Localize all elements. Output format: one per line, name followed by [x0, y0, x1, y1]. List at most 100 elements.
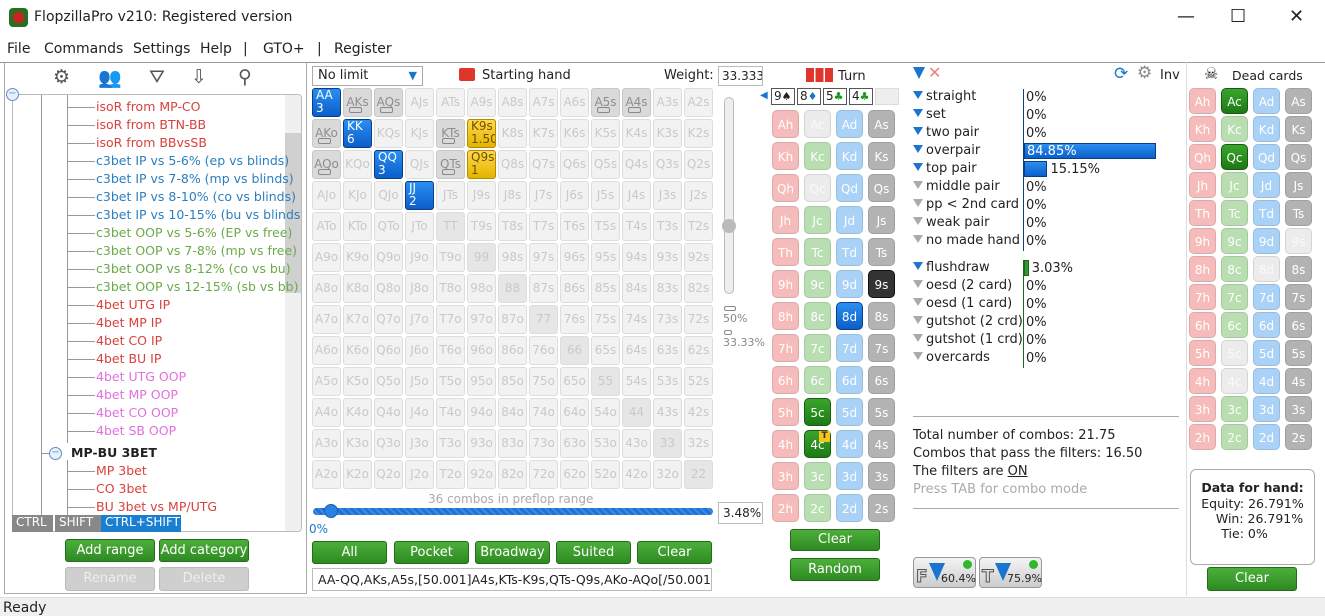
hand-cell-22[interactable]: 22 — [684, 460, 713, 489]
hand-cell-75s[interactable]: 75s — [591, 305, 620, 334]
collapse-root-icon[interactable]: − — [6, 88, 19, 101]
range-percent-input[interactable]: 3.48% — [718, 502, 763, 524]
board-card-Jd[interactable]: Jd — [836, 206, 863, 234]
hand-cell-Q5s[interactable]: Q5s — [591, 150, 620, 179]
hand-cell-K7s[interactable]: K7s — [529, 119, 558, 148]
board-card-Ts[interactable]: Ts — [868, 238, 895, 266]
hand-cell-QTs[interactable]: QTs — [436, 150, 465, 179]
board-card-7s[interactable]: 7s — [868, 334, 895, 362]
dead-card-Qh[interactable]: Qh — [1189, 144, 1216, 170]
close-button[interactable]: ✕ — [1289, 6, 1304, 27]
hand-cell-94o[interactable]: 94o — [467, 398, 496, 427]
hand-cell-72s[interactable]: 72s — [684, 305, 713, 334]
hand-cell-J8o[interactable]: J8o — [405, 274, 434, 303]
hand-cell-KJs[interactable]: KJs — [405, 119, 434, 148]
hand-cell-93o[interactable]: 93o — [467, 429, 496, 458]
hand-cell-J7o[interactable]: J7o — [405, 305, 434, 334]
add-category-button[interactable]: Add category — [159, 539, 249, 562]
board-card-7c[interactable]: 7c — [804, 334, 831, 362]
board-card-8c[interactable]: 8c — [804, 302, 831, 330]
hand-cell-Q8s[interactable]: Q8s — [498, 150, 527, 179]
hand-cell-J2o[interactable]: J2o — [405, 460, 434, 489]
tree-item[interactable]: c3bet OOP vs 5-6% (EP vs free) — [96, 225, 292, 240]
hand-cell-84s[interactable]: 84s — [622, 274, 651, 303]
board-card[interactable]: 4♣ — [849, 88, 873, 105]
tree-item[interactable]: c3bet OOP vs 8-12% (co vs bu) — [96, 261, 291, 276]
filter-funnel-icon[interactable] — [913, 217, 923, 225]
dead-card-6d[interactable]: 6d — [1253, 312, 1280, 338]
hand-cell-53o[interactable]: 53o — [591, 429, 620, 458]
hand-cell-AJs[interactable]: AJs — [405, 88, 434, 117]
tree-category[interactable]: MP-BU 3BET — [71, 445, 157, 460]
dead-card-6s[interactable]: 6s — [1285, 312, 1312, 338]
hand-cell-87s[interactable]: 87s — [529, 274, 558, 303]
tree-item[interactable]: 4bet UTG OOP — [96, 369, 186, 384]
board-card-5s[interactable]: 5s — [868, 398, 895, 426]
hand-cell-A3o[interactable]: A3o — [312, 429, 341, 458]
hand-cell-72o[interactable]: 72o — [529, 460, 558, 489]
hand-cell-95o[interactable]: 95o — [467, 367, 496, 396]
hand-cell-95s[interactable]: 95s — [591, 243, 620, 272]
hand-cell-T9s[interactable]: T9s — [467, 212, 496, 241]
hand-cell-92o[interactable]: 92o — [467, 460, 496, 489]
hand-cell-JTo[interactable]: JTo — [405, 212, 434, 241]
stat-set[interactable]: set — [913, 107, 946, 122]
board-card-4c[interactable]: 4c T — [804, 430, 831, 458]
filter-funnel-icon[interactable] — [913, 298, 923, 306]
hand-cell-44[interactable]: 44 — [622, 398, 651, 427]
weight-slider-thumb[interactable] — [722, 219, 736, 233]
dead-card-6c[interactable]: 6c — [1221, 312, 1248, 338]
hand-cell-AQs[interactable]: AQs — [374, 88, 403, 117]
dead-card-4c[interactable]: 4c — [1221, 368, 1248, 394]
dead-card-Th[interactable]: Th — [1189, 200, 1216, 226]
board-card-Js[interactable]: Js — [868, 206, 895, 234]
hand-cell-T2s[interactable]: T2s — [684, 212, 713, 241]
hand-cell-Q7o[interactable]: Q7o — [374, 305, 403, 334]
tree-item[interactable]: 4bet SB OOP — [96, 423, 176, 438]
tree-item[interactable]: isoR from BBvsSB — [96, 135, 207, 150]
stat-no-made-hand[interactable]: no made hand — [913, 233, 1020, 248]
dead-card-2h[interactable]: 2h — [1189, 424, 1216, 450]
dead-card-5c[interactable]: 5c — [1221, 340, 1248, 366]
hand-cell-T7s[interactable]: T7s — [529, 212, 558, 241]
range-slider[interactable] — [313, 504, 713, 518]
dead-card-Ac[interactable]: Ac — [1221, 88, 1248, 114]
ctrl-tab[interactable]: CTRL — [12, 515, 53, 532]
dead-card-7h[interactable]: 7h — [1189, 284, 1216, 310]
hand-cell-J9o[interactable]: J9o — [405, 243, 434, 272]
hand-cell-63s[interactable]: 63s — [653, 336, 682, 365]
hand-cell-53s[interactable]: 53s — [653, 367, 682, 396]
dead-card-Jd[interactable]: Jd — [1253, 172, 1280, 198]
dead-card-6h[interactable]: 6h — [1189, 312, 1216, 338]
board-card-5h[interactable]: 5h — [772, 398, 799, 426]
dead-card-2d[interactable]: 2d — [1253, 424, 1280, 450]
weight-slider[interactable] — [722, 97, 736, 294]
board-card-3s[interactable]: 3s — [868, 462, 895, 490]
hand-cell-K9o[interactable]: K9o — [343, 243, 372, 272]
hand-cell-Q5o[interactable]: Q5o — [374, 367, 403, 396]
range-suited-button[interactable]: Suited — [556, 541, 631, 564]
hand-cell-65o[interactable]: 65o — [560, 367, 589, 396]
board-card-9s[interactable]: 9s — [868, 270, 895, 298]
filter-funnel-icon[interactable] — [913, 316, 923, 324]
hand-cell-86o[interactable]: 86o — [498, 336, 527, 365]
hand-cell-K8o[interactable]: K8o — [343, 274, 372, 303]
board-card-Qs[interactable]: Qs — [868, 174, 895, 202]
hand-cell-QJo[interactable]: QJo — [374, 181, 403, 210]
board-card-Jc[interactable]: Jc — [804, 206, 831, 234]
hand-cell-A8o[interactable]: A8o — [312, 274, 341, 303]
hand-cell-A2o[interactable]: A2o — [312, 460, 341, 489]
hand-cell-A3s[interactable]: A3s — [653, 88, 682, 117]
board-random-button[interactable]: Random — [790, 558, 880, 581]
range-slider-thumb[interactable] — [324, 504, 339, 518]
board-card-2s[interactable]: 2s — [868, 494, 895, 522]
hand-cell-64o[interactable]: 64o — [560, 398, 589, 427]
board-card-Ks[interactable]: Ks — [868, 142, 895, 170]
board-card-Qc[interactable]: Qc — [804, 174, 831, 202]
hand-cell-32o[interactable]: 32o — [653, 460, 682, 489]
dead-card-8c[interactable]: 8c — [1221, 256, 1248, 282]
dead-card-Tc[interactable]: Tc — [1221, 200, 1248, 226]
stat-top-pair[interactable]: top pair — [913, 161, 977, 176]
hand-cell-A5s[interactable]: A5s — [591, 88, 620, 117]
tree-item[interactable]: c3bet IP vs 7-8% (mp vs blinds) — [96, 171, 294, 186]
